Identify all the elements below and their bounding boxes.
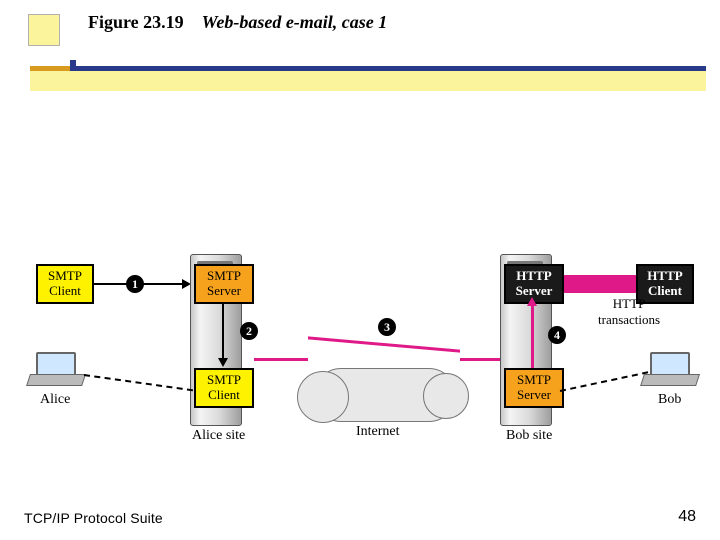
arrow-4-line	[531, 304, 534, 368]
title-rule-yellow	[30, 71, 706, 91]
smtp-server-alice-site-label: SMTP Server	[196, 269, 252, 299]
smtp-server-bob-site: SMTP Server	[504, 368, 564, 408]
smtp-client-alice-site-label: SMTP Client	[196, 373, 252, 403]
page-number: 48	[678, 508, 696, 526]
figure-caption: Web-based e-mail, case 1	[202, 12, 388, 32]
smtp-client-alice-site: SMTP Client	[194, 368, 254, 408]
http-link-bar	[564, 275, 636, 293]
figure-title: Figure 23.19 Web-based e-mail, case 1	[88, 12, 387, 33]
smtp-server-alice-site: SMTP Server	[194, 264, 254, 304]
step-1-badge: 1	[126, 275, 144, 293]
http-transactions-label: HTTP transactions	[598, 296, 660, 328]
http-server-label: HTTP Server	[506, 269, 562, 299]
bob-laptop-icon	[644, 352, 698, 386]
alice-site-label: Alice site	[192, 428, 245, 444]
bob-site-label: Bob site	[506, 428, 552, 444]
smtp-server-bob-site-label: SMTP Server	[506, 373, 562, 403]
footer-source: TCP/IP Protocol Suite	[24, 510, 163, 526]
alice-label: Alice	[40, 392, 70, 408]
arrow-2-head	[218, 358, 228, 367]
smtp-client-alice: SMTP Client	[36, 264, 94, 304]
figure-number: Figure 23.19	[88, 12, 184, 32]
step-3-badge: 3	[378, 318, 396, 336]
bob-label: Bob	[658, 392, 681, 408]
arrow-4-head-up	[527, 297, 537, 306]
arrow-3b	[308, 336, 460, 352]
internet-cloud-icon	[314, 368, 456, 422]
arrow-2-line	[222, 304, 224, 358]
smtp-client-alice-label: SMTP Client	[38, 269, 92, 299]
slide-bullet-icon	[28, 14, 60, 46]
bob-lan-dashed	[560, 371, 648, 392]
http-client-bob-label: HTTP Client	[638, 269, 692, 299]
arrow-3c	[460, 358, 500, 361]
internet-label: Internet	[356, 424, 400, 440]
alice-laptop-icon	[30, 352, 84, 386]
arrow-3a	[254, 358, 308, 361]
step-2-badge: 2	[240, 322, 258, 340]
alice-lan-dashed	[84, 374, 193, 391]
slide: Figure 23.19 Web-based e-mail, case 1 SM…	[0, 0, 720, 540]
step-4-badge: 4	[548, 326, 566, 344]
